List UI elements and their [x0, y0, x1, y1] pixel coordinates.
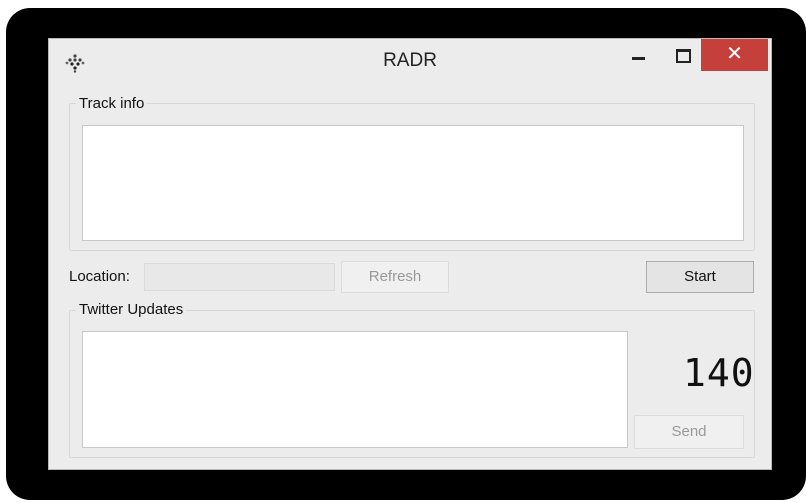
minimize-icon — [632, 57, 645, 60]
refresh-button[interactable]: Refresh — [341, 261, 449, 293]
close-icon: ✕ — [726, 43, 743, 65]
track-info-textarea[interactable] — [82, 125, 744, 241]
twitter-updates-label: Twitter Updates — [76, 301, 187, 318]
minimize-button[interactable] — [615, 42, 655, 72]
character-counter: 140 — [683, 351, 755, 395]
app-window: RADR ✕ Track info Location: Refresh Star… — [48, 38, 772, 470]
location-label: Location: — [69, 268, 130, 285]
maximize-icon — [676, 49, 691, 63]
track-info-label: Track info — [76, 95, 148, 112]
maximize-button[interactable] — [663, 42, 703, 72]
location-input[interactable] — [144, 263, 335, 291]
tweet-textarea[interactable] — [82, 331, 628, 448]
close-button[interactable]: ✕ — [701, 39, 768, 71]
start-button[interactable]: Start — [646, 261, 754, 293]
title-bar[interactable]: RADR ✕ — [49, 39, 771, 85]
send-button[interactable]: Send — [634, 415, 744, 449]
